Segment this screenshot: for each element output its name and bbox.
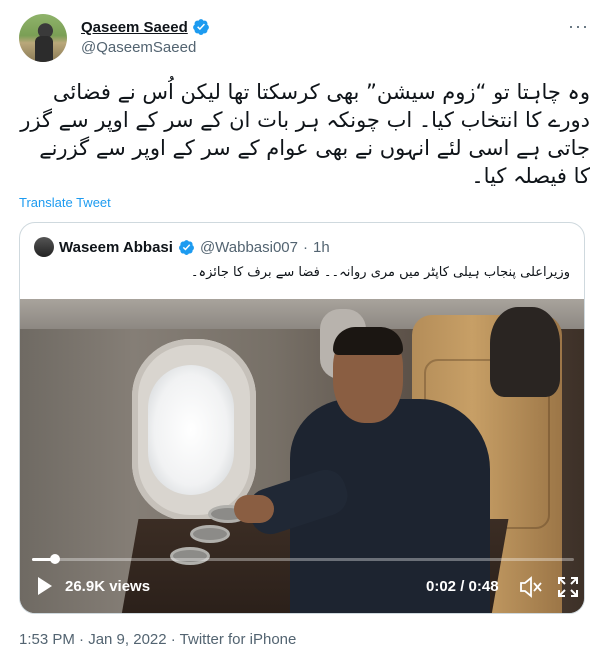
quoted-author-handle: @Wabbasi007 [199,238,298,256]
verified-badge-icon [192,19,209,35]
video-man-hair [333,327,403,355]
video-progress-thumb[interactable] [49,554,60,564]
fullscreen-icon[interactable] [557,576,579,598]
tweet-timestamp[interactable]: 1:53 PM · Jan 9, 2022 · Twitter for iPho… [19,631,296,648]
video-controls: 26.9K views 0:02 / 0:48 [20,567,584,607]
author-display-name[interactable]: Qaseem Saeed [81,19,188,36]
quoted-verified-badge-icon [178,239,194,255]
quoted-author-name: Waseem Abbasi [59,238,173,256]
video-time: 0:02 / 0:48 [426,578,499,595]
tweet-text: وہ چاہتا تو “زوم سیشن” بھی کرسکتا تھا لی… [20,80,590,188]
quoted-tweet-text: وزیراعلی پنجاب ہیلی کاپٹر میں مری روانہ۔… [190,265,570,280]
mute-icon[interactable] [519,576,543,598]
more-icon[interactable]: ··· [568,16,589,37]
video-cup-holder [190,525,230,543]
quoted-tweet-age: 1h [313,238,330,256]
quoted-separator: · [303,238,308,256]
author-name-row: Qaseem Saeed [81,18,210,36]
tweet: Qaseem Saeed @QaseemSaeed وہ چاہتا تو “ز… [0,0,603,660]
quoted-avatar [34,237,54,257]
translate-tweet-link[interactable]: Translate Tweet [19,195,111,210]
video-window-glass [148,365,234,495]
video-background-person [490,307,560,397]
video-progress-bar[interactable] [32,554,574,564]
video-view-count: 26.9K views [65,578,151,595]
quoted-tweet-header: Waseem Abbasi @Wabbasi007 · 1h [34,237,330,257]
avatar[interactable] [19,14,67,62]
tweet-header: Qaseem Saeed @QaseemSaeed [19,14,419,64]
play-icon[interactable] [38,577,52,595]
video-player[interactable]: 26.9K views 0:02 / 0:48 [20,299,584,613]
author-handle[interactable]: @QaseemSaeed [81,39,196,56]
video-man-hand [234,495,274,523]
quoted-tweet[interactable]: Waseem Abbasi @Wabbasi007 · 1h وزیراعلی … [19,222,585,614]
video-cup-holder [170,547,210,565]
